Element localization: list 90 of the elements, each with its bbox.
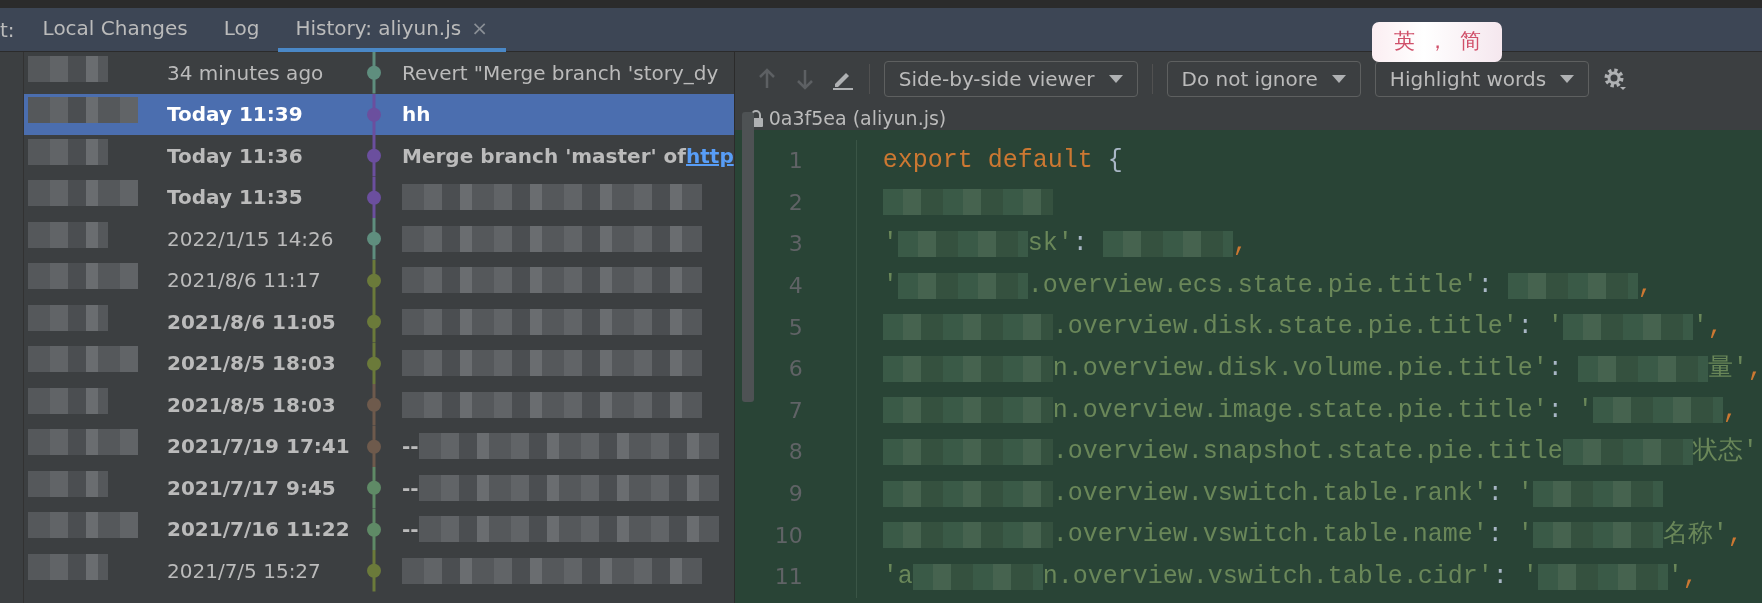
commit-date: 2021/8/5 18:03: [166, 391, 337, 419]
commit-date: 2021/7/16 11:22: [166, 516, 351, 544]
history-row[interactable]: 2021/7/17 9:45 --: [24, 467, 734, 509]
code-token: n.overview.disk.volume.pie.title': [1052, 353, 1548, 385]
dropdown[interactable]: Highlight words: [1374, 61, 1590, 97]
commit-message: hh: [402, 101, 431, 129]
commit-date: Today 11:35: [166, 184, 304, 212]
code-token: :: [1487, 519, 1504, 552]
code-token: ': [1577, 394, 1593, 427]
history-row[interactable]: 2021/7/19 17:41 --: [24, 425, 734, 467]
commit-date: 2021/8/6 11:17: [166, 267, 322, 295]
code-token: 名称': [1662, 519, 1728, 552]
code-token: :: [1072, 228, 1089, 261]
history-row[interactable]: 2022/1/15 14:26: [24, 218, 734, 260]
code-token: 'a: [882, 561, 913, 593]
commit-message: --: [402, 516, 419, 544]
history-row[interactable]: 2021/8/6 11:05: [24, 301, 734, 343]
code-token: 量': [1707, 353, 1748, 385]
commit-date: 2021/8/6 11:05: [166, 308, 337, 336]
code-token: ,: [1682, 561, 1698, 593]
ime-label: 英: [1393, 28, 1415, 56]
code-token: ,: [1722, 394, 1738, 427]
code-token: :: [1492, 561, 1509, 593]
code-token: n.overview.image.state.pie.title': [1052, 394, 1548, 427]
history-row[interactable]: 2021/7/16 11:22 --: [24, 508, 734, 550]
code-token: ': [1667, 561, 1683, 593]
code-token: ,: [1232, 228, 1248, 261]
commit-message: Merge branch 'master' of: [402, 142, 687, 170]
history-row[interactable]: 2021/8/5 18:03: [24, 384, 734, 426]
tab[interactable]: History: aliyun.js ×: [277, 7, 506, 52]
code-token: ,: [1707, 311, 1723, 344]
scrollbar[interactable]: [742, 112, 754, 402]
history-row[interactable]: 2021/8/6 11:17: [24, 259, 734, 301]
commit-date: 2022/1/15 14:26: [166, 225, 335, 253]
code-token: .overview.disk.state.pie.title': [1052, 311, 1518, 344]
history-row[interactable]: Today 11:39 hh: [24, 93, 734, 135]
file-revision-label: 0a3f5ea (aliyun.js): [768, 105, 947, 131]
tab[interactable]: Local Changes: [24, 7, 206, 52]
code-token: ': [1517, 477, 1533, 510]
commit-date: Today 11:36: [166, 142, 304, 170]
code-token: ': [1522, 561, 1538, 593]
caret-icon: [1331, 75, 1346, 83]
code-token: 状态': [1692, 436, 1758, 469]
close-icon[interactable]: ×: [471, 12, 488, 43]
code-token: ': [882, 228, 898, 261]
history-row[interactable]: 2021/8/5 18:03: [24, 342, 734, 384]
history-row[interactable]: 34 minutes ago Revert "Merge branch 'story_dy: [24, 52, 734, 94]
code-token: export default: [882, 145, 1093, 178]
code-token: sk': [1027, 228, 1073, 261]
code-token: :: [1487, 477, 1504, 510]
code-token: ': [1692, 311, 1708, 344]
caret-icon: [1560, 75, 1575, 83]
tool-window-label: t:: [0, 16, 16, 44]
commit-date: Today 11:39: [166, 101, 304, 129]
code-token: ,: [1727, 519, 1743, 552]
commit-message: Revert "Merge branch 'story_dy: [402, 59, 719, 87]
ime-label: ，: [1426, 28, 1448, 56]
code-token: {: [1106, 145, 1123, 178]
ime-label: 简: [1459, 28, 1481, 56]
commit-date: 2021/8/5 18:03: [166, 350, 337, 378]
history-row[interactable]: Today 11:35: [24, 176, 734, 218]
ime-indicator[interactable]: 英 ， 简: [1372, 22, 1502, 62]
commit-date: 2021/7/19 17:41: [166, 433, 351, 461]
caret-icon: [1108, 75, 1123, 83]
commit-message: --: [402, 474, 419, 502]
commit-date: 34 minutes ago: [166, 59, 325, 87]
code-token: ': [882, 269, 898, 302]
settings-icon[interactable]: [1603, 67, 1628, 91]
history-row[interactable]: Today 11:36 Merge branch 'master' ofhttp: [24, 135, 734, 177]
commit-date: 2021/7/17 9:45: [166, 474, 337, 502]
code-token: ,: [1637, 269, 1653, 302]
commit-message: --: [402, 433, 419, 461]
code-token: .overview.vswitch.table.rank': [1052, 477, 1488, 510]
dropdown[interactable]: Do not ignore: [1166, 61, 1361, 97]
dropdown[interactable]: Side-by-side viewer: [883, 61, 1138, 97]
code-token: ,: [1747, 353, 1762, 385]
code-token: ': [1517, 519, 1533, 552]
commit-date: 2021/7/5 15:27: [166, 557, 322, 585]
code-token: :: [1547, 394, 1564, 427]
code-token: n.overview.vswitch.table.cidr': [1042, 561, 1493, 593]
code-token: :: [1547, 353, 1564, 385]
code-token: :: [1477, 269, 1494, 302]
code-token: .overview.snapshot.state.pie.title: [1052, 436, 1563, 469]
history-row[interactable]: 2021/7/5 15:27: [24, 550, 734, 592]
code-token: .overview.vswitch.table.name': [1052, 519, 1488, 552]
tab[interactable]: Log: [205, 7, 278, 52]
code-token: :: [1517, 311, 1534, 344]
link[interactable]: http: [686, 140, 734, 171]
code-token: .overview.ecs.state.pie.title': [1027, 269, 1478, 302]
code-token: ': [1547, 311, 1563, 344]
